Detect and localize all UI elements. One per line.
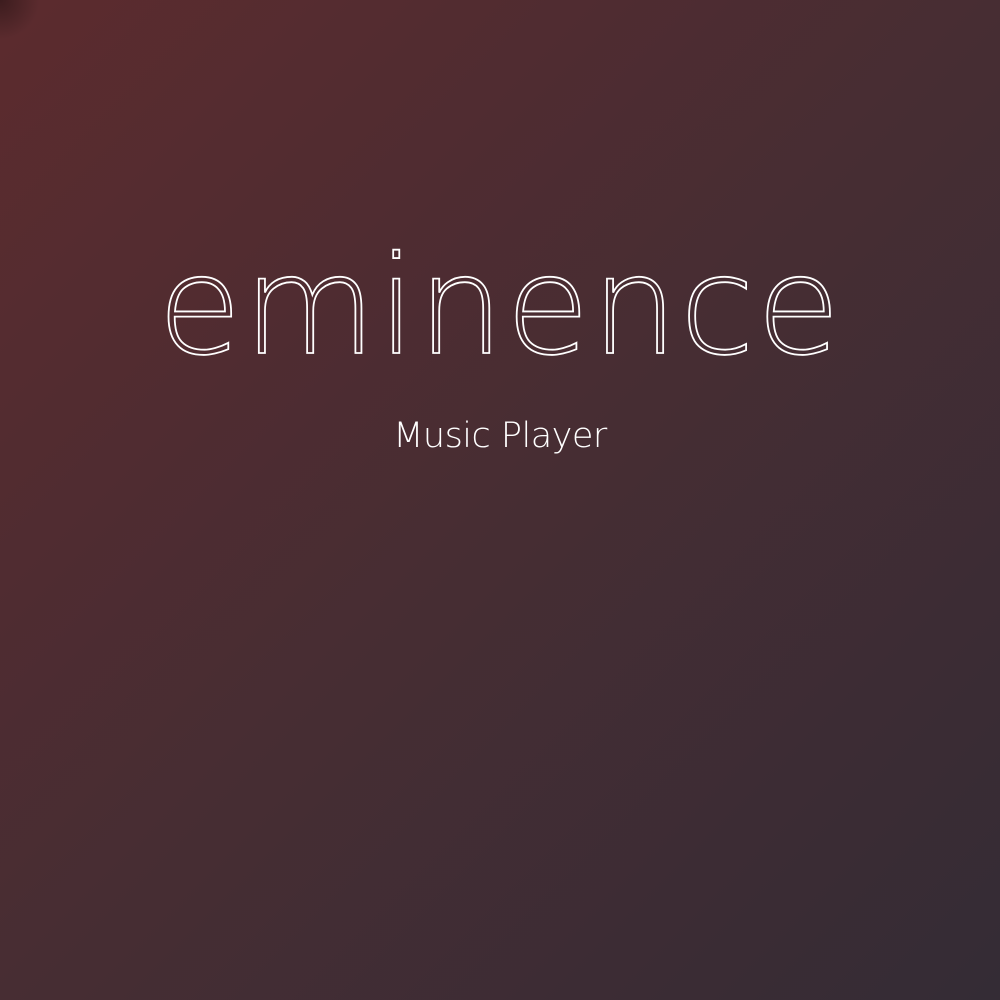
app-title: eminence — [157, 228, 843, 386]
app-subtitle: Music Player — [393, 416, 607, 456]
splash-screen: eminence Music Player — [0, 0, 1000, 1000]
corner-shadow — [0, 0, 40, 40]
